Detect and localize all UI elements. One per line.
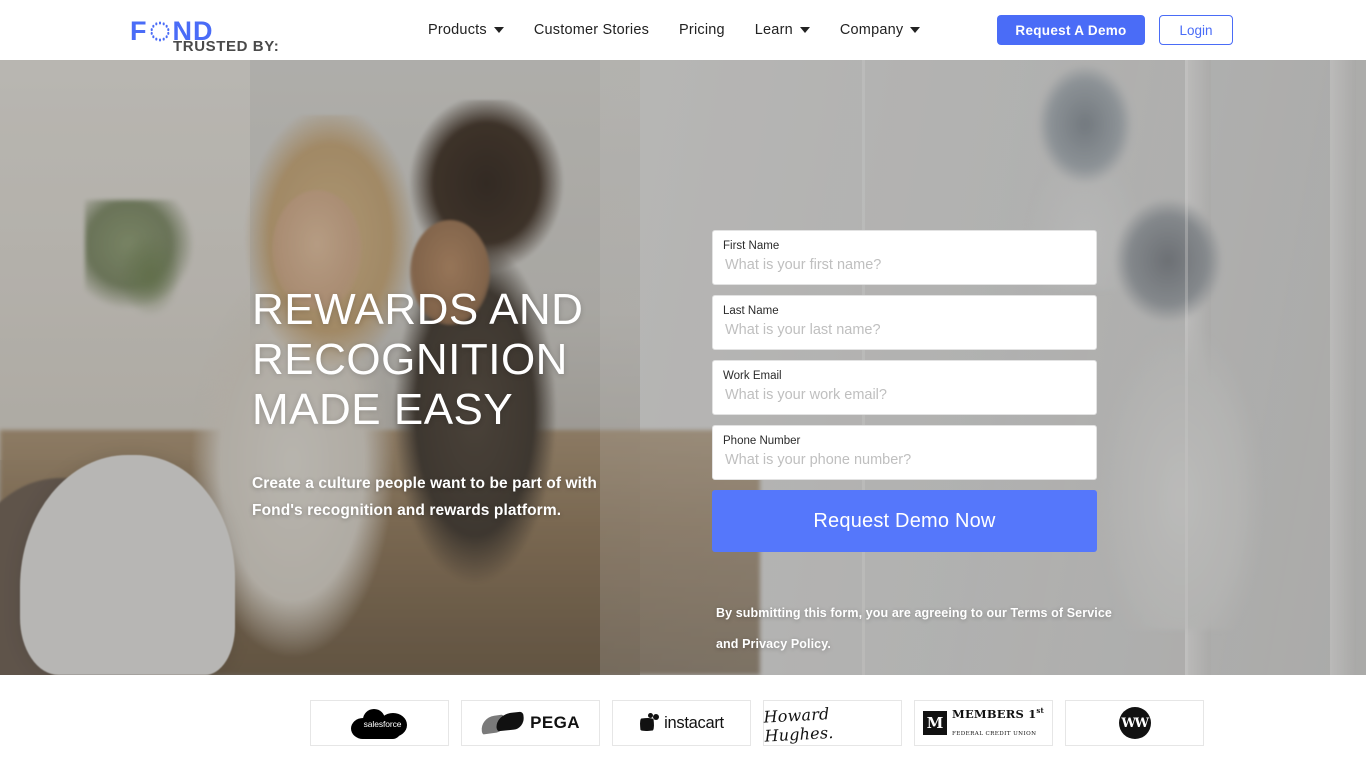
- hero-headline-line-1: REWARDS AND: [252, 285, 584, 334]
- ww-wordmark: WW: [1118, 707, 1151, 739]
- logo-howard-hughes: Howard Hughes.: [763, 700, 902, 746]
- nav-item-customer-stories[interactable]: Customer Stories: [534, 22, 649, 38]
- instacart-wordmark: instacart: [664, 713, 724, 732]
- nav-item-products-label: Products: [428, 22, 487, 38]
- login-button[interactable]: Login: [1159, 15, 1233, 45]
- nav-item-learn-label: Learn: [754, 22, 793, 38]
- pega-wordmark: PEGA: [530, 713, 580, 732]
- nav-links: Products Customer Stories Pricing Learn …: [428, 0, 921, 60]
- nav-item-pricing-label: Pricing: [679, 22, 725, 38]
- first-name-field[interactable]: First Name: [712, 230, 1097, 285]
- logo-salesforce: salesforce: [310, 700, 449, 746]
- members-1st-line-2: FEDERAL CREDIT UNION: [952, 731, 1037, 737]
- form-disclaimer: By submitting this form, you are agreein…: [716, 606, 1112, 652]
- work-email-input[interactable]: [723, 384, 1086, 403]
- pega-swoosh-icon: [480, 711, 525, 735]
- chevron-down-icon: [910, 27, 921, 33]
- last-name-input[interactable]: [723, 319, 1086, 338]
- nav-item-pricing[interactable]: Pricing: [679, 22, 725, 38]
- phone-number-input[interactable]: [723, 449, 1086, 468]
- request-demo-now-button[interactable]: Request Demo Now: [712, 490, 1097, 552]
- logo-pega: PEGA: [461, 700, 600, 746]
- salesforce-cloud-icon: salesforce: [349, 706, 411, 740]
- hero-headline: REWARDS AND RECOGNITION MADE EASY: [252, 285, 722, 435]
- nav-item-learn[interactable]: Learn: [755, 22, 810, 38]
- hero-subheadline: Create a culture people want to be part …: [252, 475, 597, 520]
- nav-item-company-label: Company: [839, 22, 904, 38]
- nav-item-products[interactable]: Products: [428, 22, 504, 38]
- nav-item-company[interactable]: Company: [839, 22, 921, 38]
- logo-members-1st: M MEMBERS 1st FEDERAL CREDIT UNION: [914, 700, 1053, 746]
- howard-hughes-wordmark: Howard Hughes.: [763, 704, 834, 746]
- last-name-field[interactable]: Last Name: [712, 295, 1097, 350]
- members-1st-m-icon: M: [923, 711, 948, 735]
- phone-number-label: Phone Number: [723, 435, 801, 447]
- last-name-label: Last Name: [723, 305, 779, 317]
- logo-instacart: instacart: [612, 700, 751, 746]
- members-1st-sup: st: [1036, 706, 1044, 716]
- chevron-down-icon: [799, 27, 810, 33]
- phone-number-field[interactable]: Phone Number: [712, 425, 1097, 480]
- work-email-field[interactable]: Work Email: [712, 360, 1097, 415]
- client-logo-row: salesforce PEGA instacart Howard Hughes.…: [310, 700, 1204, 746]
- logo-ww: WW: [1065, 700, 1204, 746]
- work-email-label: Work Email: [723, 370, 782, 382]
- salesforce-wordmark: salesforce: [363, 719, 402, 729]
- first-name-input[interactable]: [723, 254, 1086, 273]
- hero-section: REWARDS AND RECOGNITION MADE EASY Create…: [0, 60, 1366, 675]
- hero-headline-line-3: MADE EASY: [252, 385, 514, 435]
- chevron-down-icon: [493, 27, 504, 33]
- trusted-by-label: TRUSTED BY:: [173, 38, 280, 55]
- first-name-label: First Name: [723, 240, 780, 252]
- hero-headline-line-2: RECOGNITION: [252, 335, 568, 385]
- logo-text-f: F: [130, 16, 148, 46]
- nav-item-customer-stories-label: Customer Stories: [533, 22, 650, 38]
- demo-request-form: First Name Last Name Work Email Phone Nu…: [712, 230, 1097, 552]
- members-1st-line-1: MEMBERS 1: [952, 707, 1037, 722]
- request-a-demo-button[interactable]: Request A Demo: [997, 15, 1145, 45]
- dotted-circle-icon: [150, 21, 171, 42]
- instacart-carrot-icon: [639, 713, 660, 733]
